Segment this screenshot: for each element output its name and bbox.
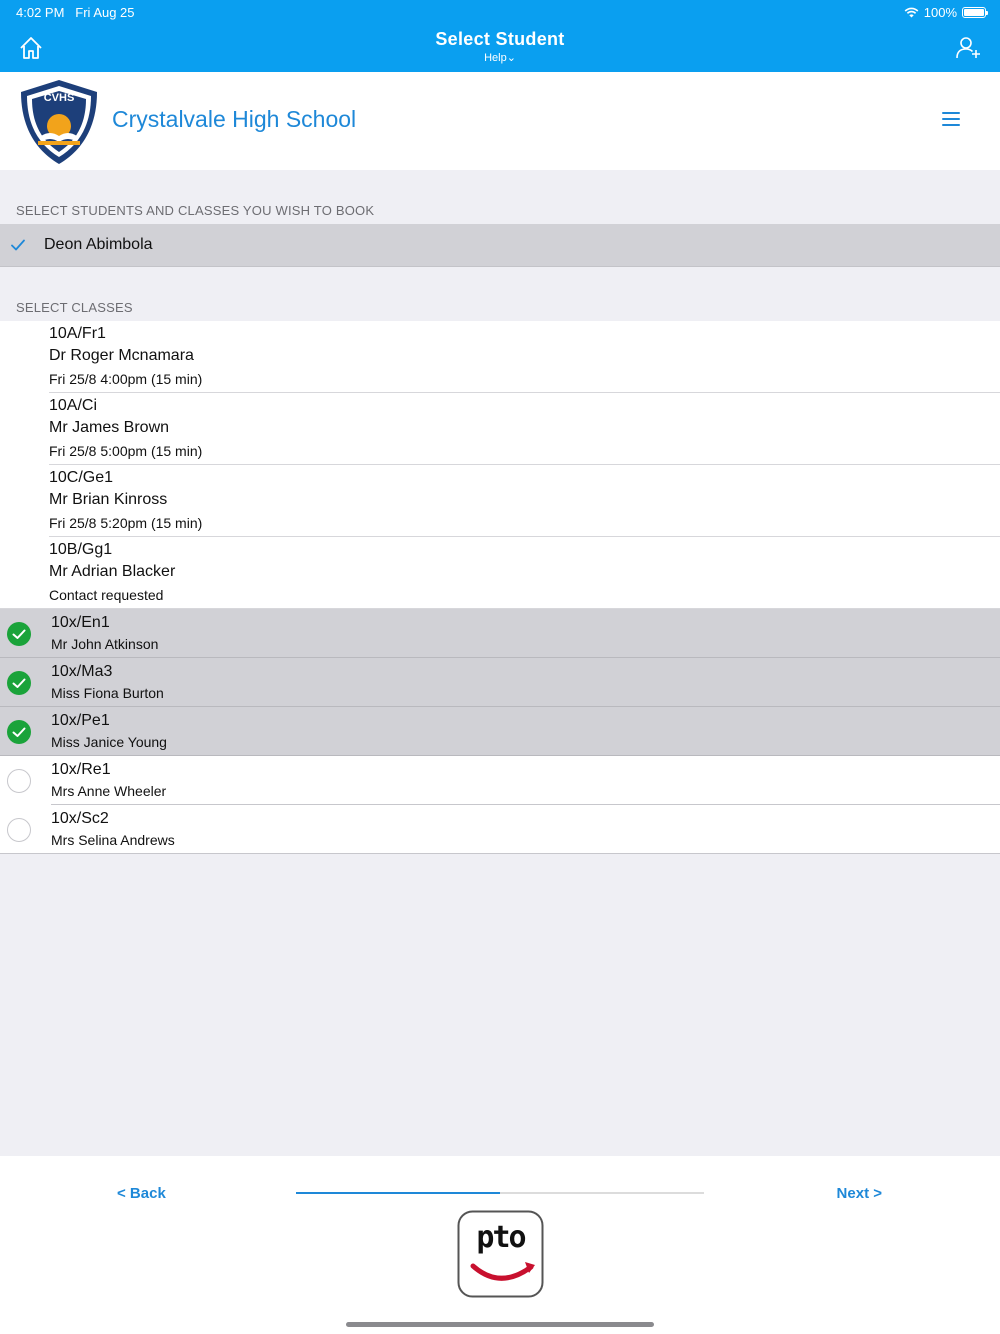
class-teacher: Mr Adrian Blacker — [49, 563, 176, 580]
class-detail: Fri 25/8 5:20pm (15 min) — [49, 515, 203, 531]
status-time: 4:02 PM Fri Aug 25 — [16, 5, 135, 20]
booked-class-row[interactable]: 10A/Ci Mr James Brown Fri 25/8 5:00pm (1… — [0, 393, 1000, 465]
wifi-icon — [904, 7, 919, 18]
radio-unchecked-icon[interactable] — [7, 818, 31, 842]
class-code: 10x/Sc2 — [51, 810, 109, 827]
class-teacher: Mr James Brown — [49, 419, 170, 436]
radio-checked-icon[interactable] — [7, 720, 31, 744]
selectable-class-row[interactable]: 10x/Pe1 Miss Janice Young — [0, 707, 1000, 756]
class-teacher: Mr John Atkinson — [51, 636, 159, 652]
class-code: 10A/Ci — [49, 397, 98, 414]
classes-section-label: SELECT CLASSES — [16, 300, 133, 315]
classes-list: 10A/Fr1 Dr Roger Mcnamara Fri 25/8 4:00p… — [0, 321, 1000, 854]
selectable-class-row[interactable]: 10x/En1 Mr John Atkinson — [0, 609, 1000, 658]
booked-class-row[interactable]: 10A/Fr1 Dr Roger Mcnamara Fri 25/8 4:00p… — [0, 321, 1000, 393]
class-teacher: Dr Roger Mcnamara — [49, 347, 194, 364]
booked-class-row[interactable]: 10C/Ge1 Mr Brian Kinross Fri 25/8 5:20pm… — [0, 465, 1000, 537]
class-code: 10x/Ma3 — [51, 663, 113, 680]
selectable-class-row[interactable]: 10x/Ma3 Miss Fiona Burton — [0, 658, 1000, 707]
next-button[interactable]: Next > — [837, 1185, 882, 1202]
status-time-text: 4:02 PM — [16, 5, 65, 20]
class-teacher: Miss Janice Young — [51, 734, 167, 750]
page-title: Select Student — [435, 29, 565, 49]
class-code: 10C/Ge1 — [49, 469, 114, 486]
menu-icon[interactable] — [942, 112, 960, 126]
battery-icon — [962, 7, 988, 18]
class-teacher: Mrs Anne Wheeler — [51, 783, 167, 799]
class-code: 10A/Fr1 — [49, 325, 106, 342]
back-button[interactable]: < Back — [117, 1185, 166, 1202]
booked-class-row[interactable]: 10B/Gg1 Mr Adrian Blacker Contact reques… — [0, 537, 1000, 609]
checkmark-icon — [11, 239, 25, 251]
help-dropdown[interactable]: Help⌄ — [0, 51, 1000, 64]
status-date-text: Fri Aug 25 — [75, 5, 135, 20]
class-detail: Contact requested — [49, 587, 164, 603]
selectable-class-row[interactable]: 10x/Re1 Mrs Anne Wheeler — [0, 756, 1000, 805]
class-code: 10x/En1 — [51, 614, 110, 631]
radio-unchecked-icon[interactable] — [7, 769, 31, 793]
home-indicator — [346, 1322, 654, 1327]
class-code: 10x/Pe1 — [51, 712, 110, 729]
progress-fill — [296, 1192, 500, 1194]
class-teacher: Mr Brian Kinross — [49, 491, 168, 508]
students-section-label: SELECT STUDENTS AND CLASSES YOU WISH TO … — [16, 203, 375, 218]
student-name: Deon Abimbola — [44, 236, 153, 253]
school-header: CVHS Crystalvale High School — [0, 72, 1000, 170]
class-teacher: Mrs Selina Andrews — [51, 832, 175, 848]
battery-percent: 100% — [923, 5, 957, 20]
class-code: 10x/Re1 — [51, 761, 111, 778]
class-detail: Fri 25/8 5:00pm (15 min) — [49, 443, 203, 459]
row-divider — [0, 853, 1000, 854]
radio-checked-icon[interactable] — [7, 622, 31, 646]
status-right: 100% — [904, 5, 988, 20]
radio-checked-icon[interactable] — [7, 671, 31, 695]
school-name: Crystalvale High School — [112, 106, 357, 132]
add-user-icon[interactable] — [956, 35, 982, 61]
class-teacher: Miss Fiona Burton — [51, 685, 164, 701]
pto-logo-text: pto — [476, 1220, 526, 1255]
class-code: 10B/Gg1 — [49, 541, 113, 558]
selectable-class-row[interactable]: 10x/Sc2 Mrs Selina Andrews — [0, 805, 1000, 854]
nav-bar: 4:02 PM Fri Aug 25 100% Select Student H… — [0, 0, 1000, 72]
student-row[interactable]: Deon Abimbola — [0, 224, 1000, 267]
progress-bar — [296, 1192, 704, 1194]
class-detail: Fri 25/8 4:00pm (15 min) — [49, 371, 203, 387]
school-logo-text: CVHS — [43, 92, 75, 104]
footer: < Back Next > pto — [0, 1156, 1000, 1334]
